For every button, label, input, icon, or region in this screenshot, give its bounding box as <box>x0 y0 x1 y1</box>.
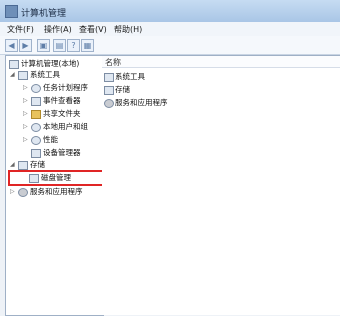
tree-item-shared-folders[interactable]: ▷ 共享文件夹 <box>9 109 103 119</box>
tree-label-local-users: 本地用户和组 <box>43 122 88 131</box>
storage-icon <box>18 161 28 170</box>
tree-item-event-viewer[interactable]: ▷ 事件查看器 <box>9 96 103 106</box>
tree-label-event-viewer: 事件查看器 <box>43 96 81 105</box>
tree-item-task-scheduler[interactable]: ▷ 任务计划程序 <box>9 83 103 93</box>
collapse-icon[interactable]: ▷ <box>23 122 28 132</box>
tree-item-local-users[interactable]: ▷ 本地用户和组 <box>9 122 103 132</box>
toolbox-icon <box>18 71 28 80</box>
tree-label-task-scheduler: 任务计划程序 <box>43 83 88 92</box>
list-item-label: 存储 <box>115 85 130 94</box>
menu-view[interactable]: 查看(V) <box>79 24 107 35</box>
menu-file[interactable]: 文件(F) <box>7 24 34 35</box>
tree-item-device-manager[interactable]: 设备管理器 <box>9 148 103 158</box>
tree-item-storage[interactable]: ◢ 存储 <box>9 160 103 170</box>
show-hide-tree-icon[interactable]: ▤ <box>53 39 66 52</box>
title-bar: 计算机管理 <box>0 0 340 23</box>
list-pane: 名称 系统工具 存储 服务和应用程序 <box>102 55 340 315</box>
collapse-icon[interactable]: ▷ <box>23 109 28 119</box>
tree-label-system-tools: 系统工具 <box>30 70 60 79</box>
expand-icon[interactable]: ◢ <box>10 160 15 170</box>
tree-label-device-manager: 设备管理器 <box>43 148 81 157</box>
collapse-icon[interactable]: ▷ <box>10 187 15 197</box>
tree-label-root: 计算机管理(本地) <box>21 59 80 68</box>
expand-icon[interactable]: ◢ <box>10 70 15 80</box>
toolbox-icon <box>104 73 114 82</box>
app-icon <box>5 5 18 18</box>
services-icon <box>104 99 114 108</box>
column-header[interactable]: 名称 <box>102 56 340 68</box>
device-manager-icon <box>31 149 41 158</box>
toolbar: ◀ ▶ ▣ ▤ ? ▦ <box>0 36 340 55</box>
tree-label-performance: 性能 <box>43 135 58 144</box>
column-header-name: 名称 <box>105 58 121 67</box>
clock-icon <box>31 84 41 93</box>
tree-label-storage: 存储 <box>30 160 45 169</box>
performance-icon <box>31 136 41 145</box>
list-item-label: 系统工具 <box>115 72 145 81</box>
menu-bar: 文件(F) 操作(A) 查看(V) 帮助(H) <box>0 22 340 37</box>
menu-action[interactable]: 操作(A) <box>44 24 72 35</box>
highlight-box <box>8 170 105 186</box>
tree-item-root[interactable]: 计算机管理(本地) <box>9 59 103 69</box>
collapse-icon[interactable]: ▷ <box>23 135 28 145</box>
tree-label-services-apps: 服务和应用程序 <box>30 187 83 196</box>
users-icon <box>31 123 41 132</box>
collapse-icon[interactable]: ▷ <box>23 83 28 93</box>
menu-help[interactable]: 帮助(H) <box>114 24 142 35</box>
tree-item-system-tools[interactable]: ◢ 系统工具 <box>9 70 103 80</box>
storage-icon <box>104 86 114 95</box>
shared-folder-icon <box>31 110 41 119</box>
tree-item-services-apps[interactable]: ▷ 服务和应用程序 <box>9 187 103 197</box>
up-icon[interactable]: ▣ <box>37 39 50 52</box>
list-item-label: 服务和应用程序 <box>115 98 168 107</box>
properties-icon[interactable]: ▦ <box>81 39 94 52</box>
window-title: 计算机管理 <box>21 9 67 19</box>
help-icon[interactable]: ? <box>67 39 80 52</box>
event-log-icon <box>31 97 41 106</box>
computer-icon <box>9 60 19 69</box>
services-icon <box>18 188 28 197</box>
back-icon[interactable]: ◀ <box>5 39 18 52</box>
collapse-icon[interactable]: ▷ <box>23 96 28 106</box>
forward-icon[interactable]: ▶ <box>19 39 32 52</box>
tree-item-performance[interactable]: ▷ 性能 <box>9 135 103 145</box>
tree-label-shared-folders: 共享文件夹 <box>43 109 81 118</box>
